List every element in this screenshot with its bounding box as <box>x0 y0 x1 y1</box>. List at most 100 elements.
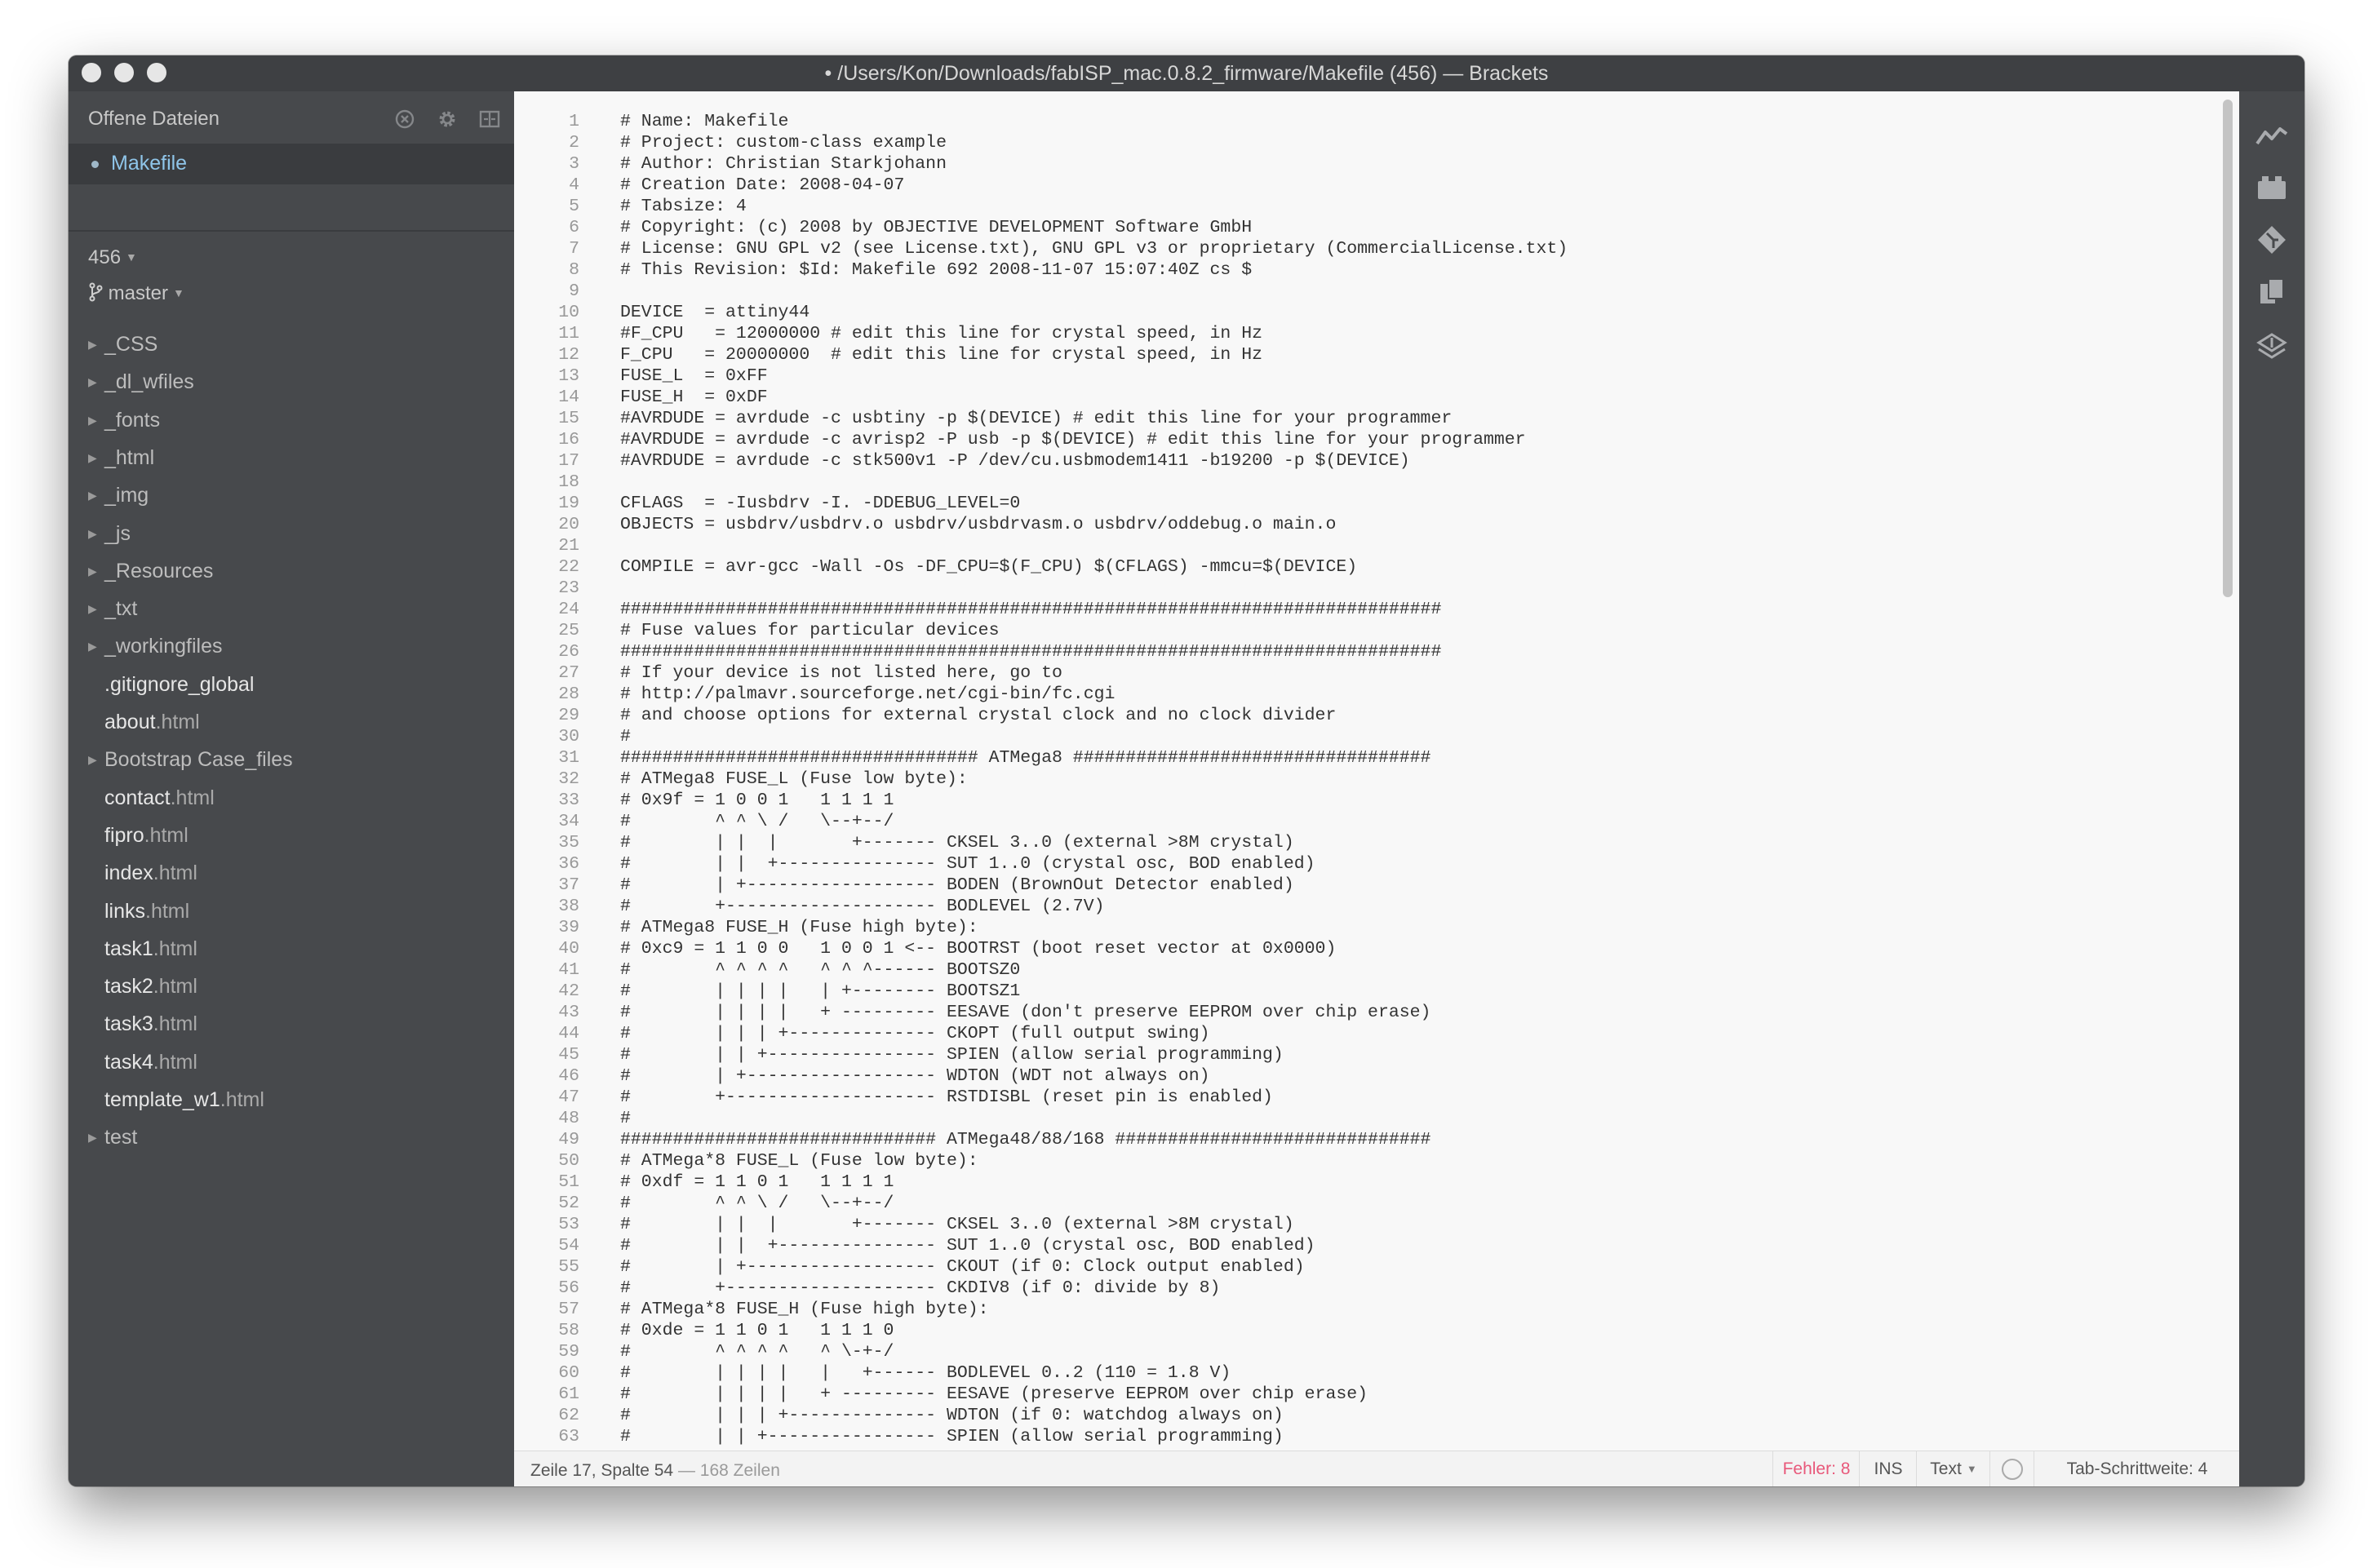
live-preview-icon[interactable] <box>2255 119 2288 152</box>
code-line[interactable]: 13 FUSE_L = 0xFF <box>514 365 2211 387</box>
code-line[interactable]: 37 # | +------------------ BODEN (BrownOu… <box>514 875 2211 896</box>
project-dropdown[interactable]: 456 ▼ <box>88 246 137 269</box>
code-line[interactable]: 49 ############################## ATMega4… <box>514 1129 2211 1150</box>
code-line[interactable]: 43 # | | | | + --------- EESAVE (don't pr… <box>514 1002 2211 1023</box>
code-line[interactable]: 55 # | +------------------ CKOUT (if 0: C… <box>514 1256 2211 1278</box>
tree-folder[interactable]: ▶ _js <box>69 517 514 550</box>
code-line[interactable]: 17 #AVRDUDE = avrdude -c stk500v1 -P /dev… <box>514 450 2211 472</box>
tree-folder[interactable]: ▶ _dl_wfiles <box>69 365 514 398</box>
code-line[interactable]: 57 # ATMega*8 FUSE_H (Fuse high byte): <box>514 1299 2211 1320</box>
code-line[interactable]: 60 # | | | | | +------ BODLEVEL 0..2 (110… <box>514 1362 2211 1384</box>
disclosure-arrow-icon[interactable]: ▶ <box>88 592 97 625</box>
code-line[interactable]: 18 <box>514 472 2211 493</box>
tree-file[interactable]: contact.html <box>69 782 514 814</box>
code-line[interactable]: 7 # License: GNU GPL v2 (see License.txt)… <box>514 238 2211 259</box>
code-line[interactable]: 10 DEVICE = attiny44 <box>514 302 2211 323</box>
code-line[interactable]: 61 # | | | | + --------- EESAVE (preserve… <box>514 1384 2211 1405</box>
code-line[interactable]: 42 # | | | | | +-------- BOOTSZ1 <box>514 981 2211 1002</box>
code-line[interactable]: 34 # ^ ^ \ / \--+--/ <box>514 811 2211 832</box>
insert-mode-toggle[interactable]: INS <box>1859 1451 1917 1486</box>
code-line[interactable]: 38 # +-------------------- BODLEVEL (2.7V… <box>514 896 2211 917</box>
tree-file[interactable]: .gitignore_global <box>69 668 514 701</box>
disclosure-arrow-icon[interactable]: ▶ <box>88 517 97 550</box>
code-line[interactable]: 8 # This Revision: $Id: Makefile 692 2008… <box>514 259 2211 281</box>
code-line[interactable]: 32 # ATMega8 FUSE_L (Fuse low byte): <box>514 768 2211 790</box>
code-line[interactable]: 62 # | | | +-------------- WDTON (if 0: w… <box>514 1405 2211 1426</box>
disclosure-arrow-icon[interactable]: ▶ <box>88 479 97 512</box>
code-line[interactable]: 63 # | | +---------------- SPIEN (allow s… <box>514 1426 2211 1447</box>
git-icon[interactable] <box>2255 224 2288 256</box>
linter-status[interactable] <box>1989 1451 2034 1486</box>
code-line[interactable]: 29 # and choose options for external crys… <box>514 705 2211 726</box>
disclosure-arrow-icon[interactable]: ▶ <box>88 328 97 361</box>
tree-folder[interactable]: ▶ _Resources <box>69 555 514 587</box>
code-line[interactable]: 14 FUSE_H = 0xDF <box>514 387 2211 408</box>
tab-width-indicator[interactable]: Tab-Schrittweite: 4 <box>2034 1451 2240 1486</box>
code-line[interactable]: 11 #F_CPU = 12000000 # edit this line for… <box>514 323 2211 344</box>
code-line[interactable]: 26 ######################################… <box>514 641 2211 662</box>
code-line[interactable]: 48 # <box>514 1108 2211 1129</box>
close-all-icon[interactable] <box>393 108 416 131</box>
code-line[interactable]: 35 # | | | +------- CKSEL 3..0 (external … <box>514 832 2211 853</box>
disclosure-arrow-icon[interactable]: ▶ <box>88 1121 97 1154</box>
code-line[interactable]: 24 ######################################… <box>514 599 2211 620</box>
disclosure-arrow-icon[interactable]: ▶ <box>88 555 97 587</box>
tree-file[interactable]: task4.html <box>69 1046 514 1079</box>
code-line[interactable]: 28 # http://palmavr.sourceforge.net/cgi-b… <box>514 684 2211 705</box>
code-line[interactable]: 27 # If your device is not listed here, g… <box>514 662 2211 684</box>
split-view-icon[interactable] <box>478 108 501 131</box>
code-line[interactable]: 2 # Project: custom-class example <box>514 132 2211 153</box>
code-line[interactable]: 16 #AVRDUDE = avrdude -c avrisp2 -P usb -… <box>514 429 2211 450</box>
code-line[interactable]: 58 # 0xde = 1 1 0 1 1 1 1 0 <box>514 1320 2211 1341</box>
title-bar[interactable]: • /Users/Kon/Downloads/fabISP_mac.0.8.2_… <box>69 55 2304 91</box>
code-line[interactable]: 5 # Tabsize: 4 <box>514 196 2211 217</box>
code-line[interactable]: 56 # +-------------------- CKDIV8 (if 0: … <box>514 1278 2211 1299</box>
tree-folder[interactable]: ▶ _txt <box>69 592 514 625</box>
disclosure-arrow-icon[interactable]: ▶ <box>88 441 97 474</box>
code-line[interactable]: 22 COMPILE = avr-gcc -Wall -Os -DF_CPU=$(… <box>514 556 2211 578</box>
tree-folder[interactable]: ▶ _html <box>69 441 514 474</box>
layers-icon[interactable] <box>2255 331 2288 364</box>
code-line[interactable]: 51 # 0xdf = 1 1 0 1 1 1 1 1 <box>514 1172 2211 1193</box>
code-line[interactable]: 12 F_CPU = 20000000 # edit this line for … <box>514 344 2211 365</box>
vertical-scrollbar[interactable] <box>2223 100 2233 597</box>
code-line[interactable]: 50 # ATMega*8 FUSE_L (Fuse low byte): <box>514 1150 2211 1172</box>
tree-file[interactable]: about.html <box>69 706 514 738</box>
disclosure-arrow-icon[interactable]: ▶ <box>88 743 97 776</box>
code-line[interactable]: 44 # | | | +-------------- CKOPT (full ou… <box>514 1023 2211 1044</box>
code-line[interactable]: 23 <box>514 578 2211 599</box>
code-line[interactable]: 25 # Fuse values for particular devices <box>514 620 2211 641</box>
tree-file[interactable]: index.html <box>69 857 514 889</box>
code-editor[interactable]: 1 # Name: Makefile 2 # Project: custom-clas… <box>514 91 2239 1451</box>
git-branch-dropdown[interactable]: master ▼ <box>88 282 184 305</box>
copy-files-icon[interactable] <box>2255 276 2288 308</box>
code-line[interactable]: 36 # | | +--------------- SUT 1..0 (cryst… <box>514 853 2211 875</box>
tree-file[interactable]: task2.html <box>69 970 514 1003</box>
code-line[interactable]: 3 # Author: Christian Starkjohann <box>514 153 2211 175</box>
code-line[interactable]: 1 # Name: Makefile <box>514 111 2211 132</box>
code-line[interactable]: 45 # | | +---------------- SPIEN (allow s… <box>514 1044 2211 1065</box>
tree-folder[interactable]: ▶ _img <box>69 479 514 512</box>
code-line[interactable]: 41 # ^ ^ ^ ^ ^ ^ ^------ BOOTSZ0 <box>514 959 2211 981</box>
disclosure-arrow-icon[interactable]: ▶ <box>88 365 97 398</box>
code-line[interactable]: 6 # Copyright: (c) 2008 by OBJECTIVE DEVE… <box>514 217 2211 238</box>
code-line[interactable]: 46 # | +------------------ WDTON (WDT not… <box>514 1065 2211 1087</box>
disclosure-arrow-icon[interactable]: ▶ <box>88 630 97 662</box>
code-line[interactable]: 39 # ATMega8 FUSE_H (Fuse high byte): <box>514 917 2211 938</box>
tree-folder[interactable]: ▶ Bootstrap Case_files <box>69 743 514 776</box>
code-line[interactable]: 21 <box>514 535 2211 556</box>
code-line[interactable]: 31 ################################## ATM… <box>514 747 2211 768</box>
code-line[interactable]: 9 <box>514 281 2211 302</box>
working-file-item[interactable]: Makefile <box>69 144 514 184</box>
code-line[interactable]: 20 OBJECTS = usbdrv/usbdrv.o usbdrv/usbdr… <box>514 514 2211 535</box>
code-line[interactable]: 30 # <box>514 726 2211 747</box>
tree-folder[interactable]: ▶ _CSS <box>69 328 514 361</box>
tree-file[interactable]: links.html <box>69 895 514 928</box>
code-line[interactable]: 53 # | | | +------- CKSEL 3..0 (external … <box>514 1214 2211 1235</box>
code-line[interactable]: 40 # 0xc9 = 1 1 0 0 1 0 0 1 <-- BOOTRST (… <box>514 938 2211 959</box>
code-line[interactable]: 15 #AVRDUDE = avrdude -c usbtiny -p $(DEV… <box>514 408 2211 429</box>
code-line[interactable]: 52 # ^ ^ \ / \--+--/ <box>514 1193 2211 1214</box>
code-line[interactable]: 33 # 0x9f = 1 0 0 1 1 1 1 1 <box>514 790 2211 811</box>
code-line[interactable]: 47 # +-------------------- RSTDISBL (rese… <box>514 1087 2211 1108</box>
gear-icon[interactable] <box>436 108 459 131</box>
